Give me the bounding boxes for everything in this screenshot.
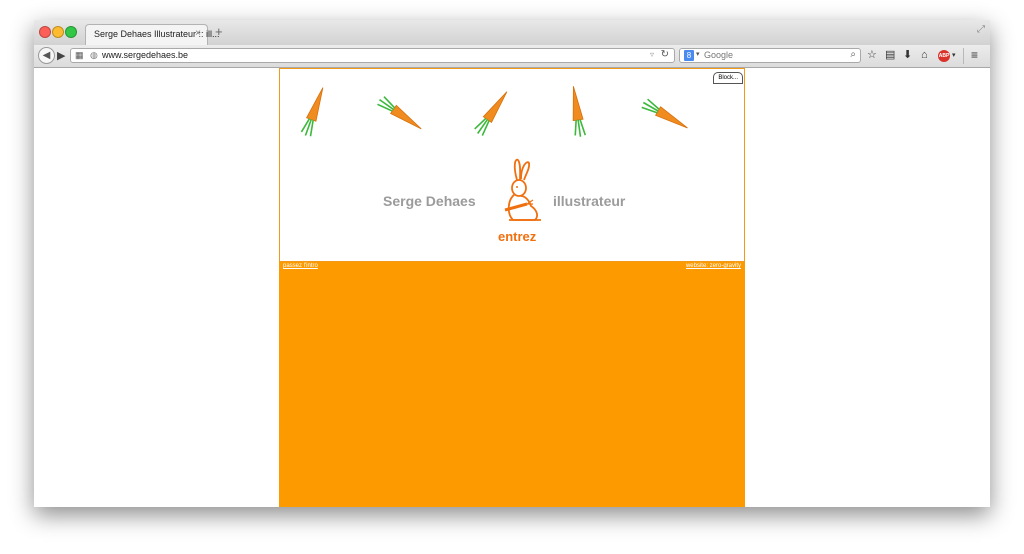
artist-profession: illustrateur <box>553 193 626 209</box>
carrot-icon <box>572 86 587 137</box>
reload-icon[interactable]: ↻ <box>661 49 669 60</box>
carrot-icon <box>641 98 688 129</box>
minimize-window-button[interactable] <box>52 26 64 38</box>
globe-icon: ◍ <box>90 50 98 60</box>
menu-icon[interactable]: ≡ <box>971 48 978 62</box>
search-icon[interactable]: ⌕ <box>850 49 856 60</box>
toolbar-divider <box>963 48 964 64</box>
url-bar[interactable]: ▦ ◍ www.sergedehaes.be ▿ ↻ <box>70 48 675 63</box>
title-bar: Serge Dehaes Illustrateur :: ill... × + … <box>34 20 990 45</box>
reading-list-icon[interactable]: ▤ <box>885 49 895 62</box>
star-icon[interactable]: ☆ <box>867 49 877 62</box>
search-bar[interactable]: 8 ▾ Google ⌕ <box>679 48 861 63</box>
enter-link[interactable]: entrez <box>498 229 536 244</box>
fullscreen-icon[interactable]: ⤢ <box>977 24 985 35</box>
skip-intro-link[interactable]: passez l'intro <box>283 263 318 269</box>
new-tab-button[interactable]: + <box>215 24 223 39</box>
orange-panel: passez l'intro website: zero-gravity <box>279 262 745 507</box>
url-text[interactable]: www.sergedehaes.be <box>102 50 188 60</box>
forward-button[interactable]: ▶ <box>57 49 65 62</box>
history-dropdown-icon[interactable]: ▿ <box>650 50 654 59</box>
browser-window: Serge Dehaes Illustrateur :: ill... × + … <box>34 20 990 507</box>
browser-tab[interactable]: Serge Dehaes Illustrateur :: ill... × <box>85 24 220 45</box>
rabbit-logo-icon[interactable] <box>495 156 547 228</box>
back-button[interactable]: ◀ <box>38 47 55 64</box>
carrot-icon <box>474 91 508 136</box>
navigation-toolbar: ◀ ▶ ▦ ◍ www.sergedehaes.be ▿ ↻ 8 ▾ Googl… <box>34 45 990 68</box>
search-engine-dropdown-icon[interactable]: ▾ <box>696 50 700 58</box>
intro-header: Block... Serge Dehaes illustrateur entre… <box>279 68 745 262</box>
home-icon[interactable]: ⌂ <box>921 49 928 62</box>
close-window-button[interactable] <box>39 26 51 38</box>
adblock-icon[interactable]: ABP <box>938 50 950 62</box>
search-input[interactable]: Google <box>704 50 733 60</box>
artist-name: Serge Dehaes <box>383 193 476 209</box>
zoom-window-button[interactable] <box>65 26 77 38</box>
website-credit-link[interactable]: website: zero-gravity <box>686 263 741 269</box>
adblock-dropdown-icon[interactable]: ▾ <box>952 49 956 62</box>
download-icon[interactable]: ⬇ <box>903 49 912 62</box>
site-container: Block... Serge Dehaes illustrateur entre… <box>279 68 745 507</box>
carrot-icon <box>377 96 422 130</box>
carrot-icon <box>300 87 324 137</box>
block-plugin-button[interactable]: Block... <box>713 72 743 84</box>
search-engine-icon[interactable]: 8 <box>684 50 694 61</box>
bookmarks-icon[interactable]: ▦ <box>75 50 84 61</box>
tab-close-icon[interactable]: × <box>195 28 201 39</box>
page-content: Block... Serge Dehaes illustrateur entre… <box>34 68 990 507</box>
